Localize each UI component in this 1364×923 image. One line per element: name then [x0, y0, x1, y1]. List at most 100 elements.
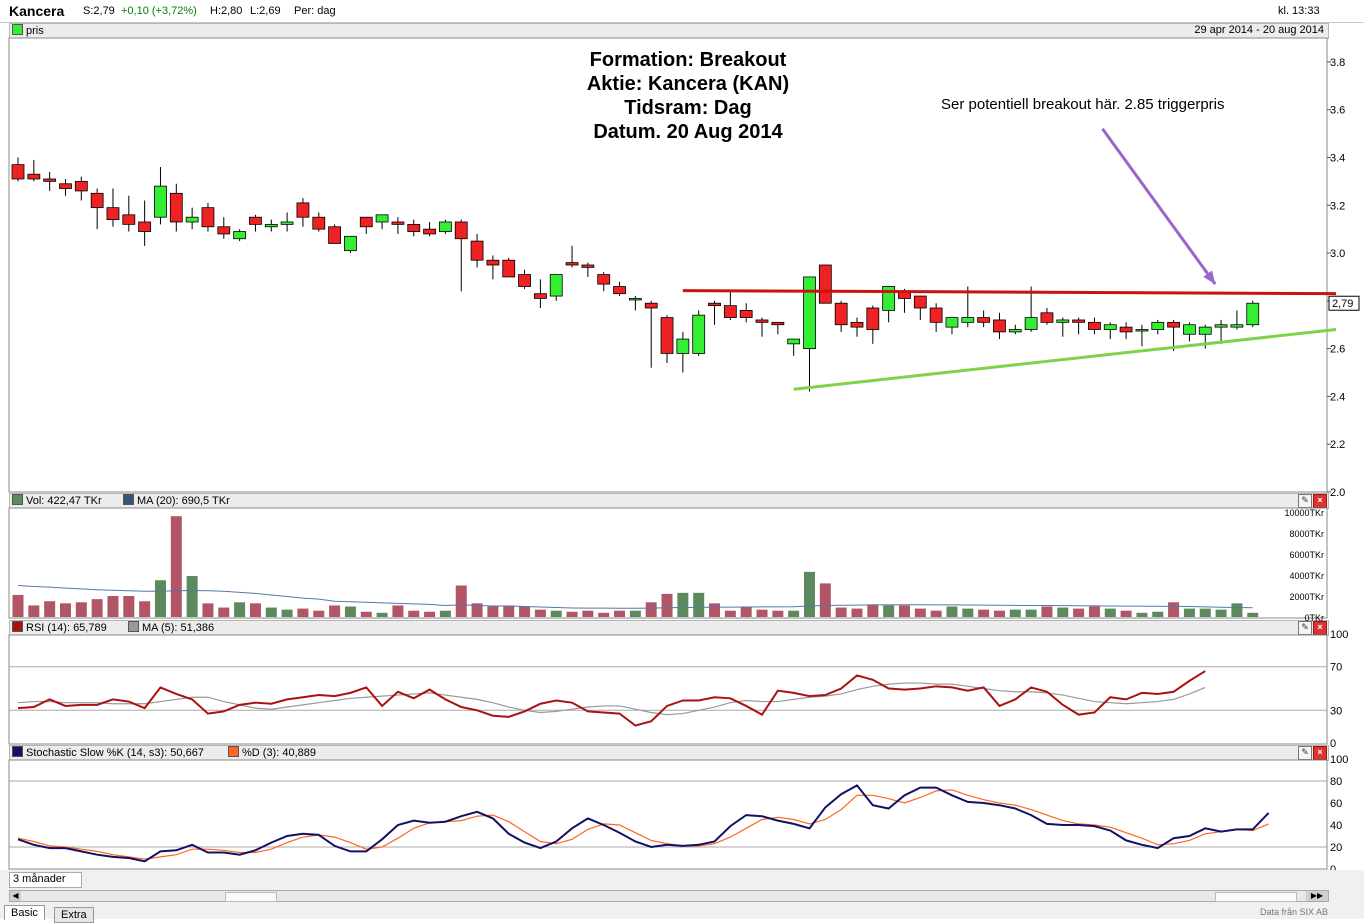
volume-bar[interactable]: [1073, 608, 1085, 617]
volume-bar[interactable]: [1152, 611, 1164, 617]
candle-body[interactable]: [787, 338, 801, 345]
candle-body[interactable]: [375, 214, 389, 223]
volume-bar[interactable]: [1088, 606, 1100, 618]
volume-bar[interactable]: [804, 571, 815, 617]
candle-body[interactable]: [249, 216, 262, 225]
volume-bar[interactable]: [424, 611, 436, 617]
volume-bar[interactable]: [519, 606, 531, 618]
volume-bar[interactable]: [1104, 608, 1116, 617]
candle-body[interactable]: [803, 276, 816, 350]
volume-bar[interactable]: [661, 593, 673, 617]
candle-body[interactable]: [217, 226, 231, 235]
volume-bar[interactable]: [297, 608, 309, 617]
volume-bar[interactable]: [75, 602, 87, 617]
candle-body[interactable]: [1103, 324, 1117, 330]
candle-body[interactable]: [581, 264, 595, 268]
candle-body[interactable]: [122, 214, 136, 225]
volume-bar[interactable]: [1009, 609, 1021, 617]
volume-bar[interactable]: [281, 609, 293, 617]
candle-body[interactable]: [755, 319, 769, 323]
volume-bar[interactable]: [962, 608, 974, 617]
volume-bar[interactable]: [265, 607, 277, 617]
candle-body[interactable]: [106, 207, 120, 221]
candle-body[interactable]: [549, 274, 563, 297]
candle-body[interactable]: [27, 173, 41, 180]
candle-body[interactable]: [613, 286, 626, 295]
candle-body[interactable]: [1088, 321, 1101, 330]
volume-bar[interactable]: [154, 580, 166, 617]
tab-extra[interactable]: Extra: [54, 907, 94, 923]
tab-basic[interactable]: Basic: [4, 905, 45, 920]
candle-body[interactable]: [692, 314, 706, 354]
volume-bar[interactable]: [1041, 606, 1053, 618]
volume-bar[interactable]: [851, 608, 863, 617]
volume-bar[interactable]: [186, 576, 198, 617]
volume-bar[interactable]: [993, 610, 1005, 617]
volume-bar[interactable]: [772, 610, 784, 617]
volume-bar[interactable]: [946, 606, 958, 618]
volume-bar[interactable]: [709, 603, 721, 617]
candle-body[interactable]: [233, 231, 247, 240]
range-selector[interactable]: 3 månader: [9, 872, 82, 888]
candle-body[interactable]: [945, 317, 959, 328]
candle-body[interactable]: [312, 216, 326, 230]
volume-bar[interactable]: [582, 610, 594, 617]
candle-body[interactable]: [1246, 302, 1260, 326]
volume-bar[interactable]: [550, 610, 562, 617]
volume-bar[interactable]: [455, 585, 467, 618]
volume-bar[interactable]: [249, 603, 261, 617]
volume-bar[interactable]: [123, 596, 135, 617]
volume-bar[interactable]: [12, 594, 24, 617]
candle-body[interactable]: [913, 295, 927, 309]
candle-body[interactable]: [344, 235, 357, 252]
candle-body[interactable]: [1040, 312, 1054, 323]
candle-body[interactable]: [59, 183, 72, 189]
candle-body[interactable]: [43, 178, 57, 182]
volume-bar[interactable]: [1183, 608, 1195, 617]
candle-body[interactable]: [977, 317, 991, 323]
volume-bar[interactable]: [202, 603, 214, 617]
volume-bar[interactable]: [914, 608, 926, 617]
time-scrollbar[interactable]: ◀ ▶▶: [9, 890, 1329, 902]
volume-bar[interactable]: [344, 606, 356, 618]
chart-canvas[interactable]: 2.02.22.42.62.83.03.23.43.63.82,7910000T…: [0, 22, 1364, 870]
candle-body[interactable]: [1167, 321, 1180, 328]
volume-bar[interactable]: [439, 610, 451, 617]
zoom-thumb[interactable]: [1215, 892, 1297, 902]
candle-body[interactable]: [359, 216, 373, 228]
candle-body[interactable]: [1072, 319, 1086, 323]
candle-body[interactable]: [391, 221, 405, 225]
candle-body[interactable]: [565, 262, 579, 266]
candle-body[interactable]: [296, 202, 310, 218]
candle-body[interactable]: [723, 305, 737, 318]
volume-bar[interactable]: [756, 609, 768, 617]
candle-body[interactable]: [518, 274, 531, 287]
candle-body[interactable]: [1119, 326, 1133, 333]
candle-body[interactable]: [628, 298, 642, 301]
candle-body[interactable]: [138, 221, 152, 232]
scroll-right-icon[interactable]: ▶▶: [1306, 891, 1328, 901]
volume-bar[interactable]: [867, 604, 879, 617]
candle-body[interactable]: [169, 192, 183, 223]
candle-body[interactable]: [533, 293, 547, 299]
candle-body[interactable]: [74, 180, 88, 192]
volume-bar[interactable]: [883, 605, 895, 617]
candle-body[interactable]: [201, 207, 215, 228]
candle-body[interactable]: [439, 221, 452, 232]
candle-body[interactable]: [644, 302, 658, 309]
volume-bar[interactable]: [693, 592, 705, 617]
candle-body[interactable]: [660, 317, 674, 354]
volume-bar[interactable]: [28, 605, 40, 617]
candle-body[interactable]: [961, 317, 975, 323]
candle-body[interactable]: [502, 259, 516, 278]
volume-bar[interactable]: [59, 603, 71, 617]
candle-body[interactable]: [90, 192, 104, 209]
candle-body[interactable]: [1008, 329, 1022, 333]
volume-bar[interactable]: [788, 610, 800, 617]
candle-body[interactable]: [11, 164, 25, 180]
volume-bar[interactable]: [724, 610, 736, 617]
candle-body[interactable]: [834, 302, 848, 326]
volume-bar[interactable]: [329, 605, 341, 617]
candle-body[interactable]: [407, 223, 421, 232]
volume-bar[interactable]: [930, 610, 942, 617]
